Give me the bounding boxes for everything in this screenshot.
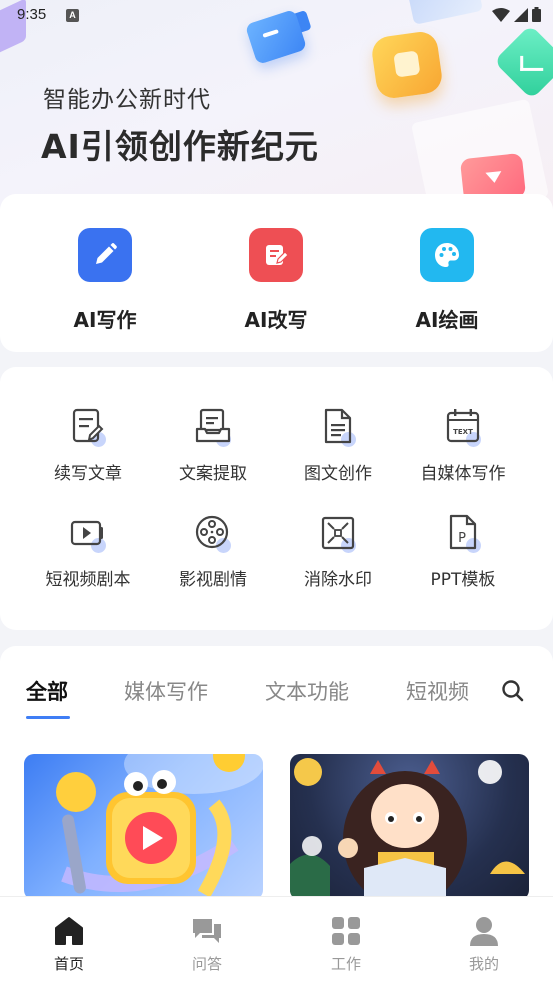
ai-rewrite-button[interactable]: AI改写: [216, 228, 336, 333]
tool-video-script[interactable]: 短视频剧本: [22, 513, 154, 590]
ai-paint-button[interactable]: AI绘画: [387, 228, 507, 333]
ai-write-label: AI写作: [73, 308, 137, 332]
chat-icon: [191, 915, 223, 947]
copy-extract-icon: [193, 407, 233, 447]
nav-qa[interactable]: 问答: [167, 915, 247, 974]
nav-work[interactable]: 工作: [306, 915, 386, 974]
tool-label: PPT模板: [430, 570, 496, 590]
status-icons: [492, 7, 541, 22]
status-bar: 9:35 A: [0, 0, 553, 32]
nav-label: 首页: [53, 955, 84, 973]
tool-ppt-template[interactable]: P PPT模板: [397, 513, 529, 590]
tools-grid-card: 续写文章 文案提取 图文创作 TEXT 自媒体写作 短视频剧本 影视剧情 消除水…: [0, 367, 553, 630]
category-tabs: 全部 媒体写作 文本功能 短视频: [0, 670, 553, 720]
ai-paint-label: AI绘画: [415, 308, 479, 332]
ai-tools-card: AI写作 AI改写 AI绘画: [0, 194, 553, 352]
ai-rewrite-label: AI改写: [244, 308, 308, 332]
feed-thumbnail-story[interactable]: [290, 754, 529, 900]
tool-self-media[interactable]: TEXT 自媒体写作: [397, 407, 529, 484]
notification-badge-icon: A: [66, 9, 79, 22]
ppt-badge: P: [458, 531, 466, 546]
tab-text-functions[interactable]: 文本功能: [265, 676, 349, 706]
tab-short-video[interactable]: 短视频: [406, 676, 469, 706]
tool-label: 短视频剧本: [45, 570, 131, 590]
search-icon: [502, 680, 524, 702]
signal-icon: [514, 7, 528, 22]
tool-remove-watermark[interactable]: 消除水印: [272, 513, 404, 590]
nav-profile[interactable]: 我的: [444, 915, 524, 974]
video-script-icon: [68, 513, 108, 553]
hero-subtitle: 智能办公新时代: [43, 87, 211, 113]
tab-media-writing[interactable]: 媒体写作: [124, 676, 208, 706]
remove-watermark-icon: [318, 513, 358, 553]
feed-thumbnail-video[interactable]: [24, 754, 263, 900]
tool-label: 图文创作: [304, 464, 372, 484]
image-illustration-icon: [370, 29, 444, 101]
text-badge: TEXT: [453, 428, 473, 436]
ppt-file-icon: P: [443, 513, 483, 553]
tool-image-text[interactable]: 图文创作: [272, 407, 404, 484]
film-reel-icon: [193, 513, 233, 553]
tool-label: 文案提取: [179, 464, 247, 484]
nav-label: 问答: [191, 955, 222, 973]
nav-label: 我的: [468, 955, 499, 973]
battery-icon: [532, 7, 541, 22]
status-time: 9:35: [17, 6, 47, 23]
tool-label: 自媒体写作: [420, 464, 506, 484]
tool-label: 续写文章: [54, 464, 122, 484]
active-tab-indicator: [26, 716, 70, 719]
search-button[interactable]: [500, 678, 526, 704]
tool-copy-extract[interactable]: 文案提取: [147, 407, 279, 484]
tool-label: 消除水印: [304, 570, 372, 590]
tab-all[interactable]: 全部: [26, 676, 68, 706]
user-icon: [468, 915, 500, 947]
home-icon: [53, 915, 85, 947]
pencil-icon: [78, 228, 132, 282]
tool-continue-writing[interactable]: 续写文章: [22, 407, 154, 484]
continue-writing-icon: [68, 407, 108, 447]
check-illustration-icon: [493, 24, 553, 100]
grid-icon: [330, 915, 362, 947]
nav-home[interactable]: 首页: [29, 915, 109, 974]
wifi-icon: [492, 7, 510, 22]
image-text-doc-icon: [318, 407, 358, 447]
text-calendar-icon: TEXT: [443, 407, 483, 447]
ai-write-button[interactable]: AI写作: [45, 228, 165, 333]
palette-icon: [420, 228, 474, 282]
edit-doc-icon: [249, 228, 303, 282]
tool-label: 影视剧情: [179, 570, 247, 590]
tool-film-plot[interactable]: 影视剧情: [147, 513, 279, 590]
bottom-navigation: 首页 问答 工作 我的: [0, 896, 553, 984]
nav-label: 工作: [330, 955, 361, 973]
hero-title: AI引领创作新纪元: [41, 127, 319, 166]
